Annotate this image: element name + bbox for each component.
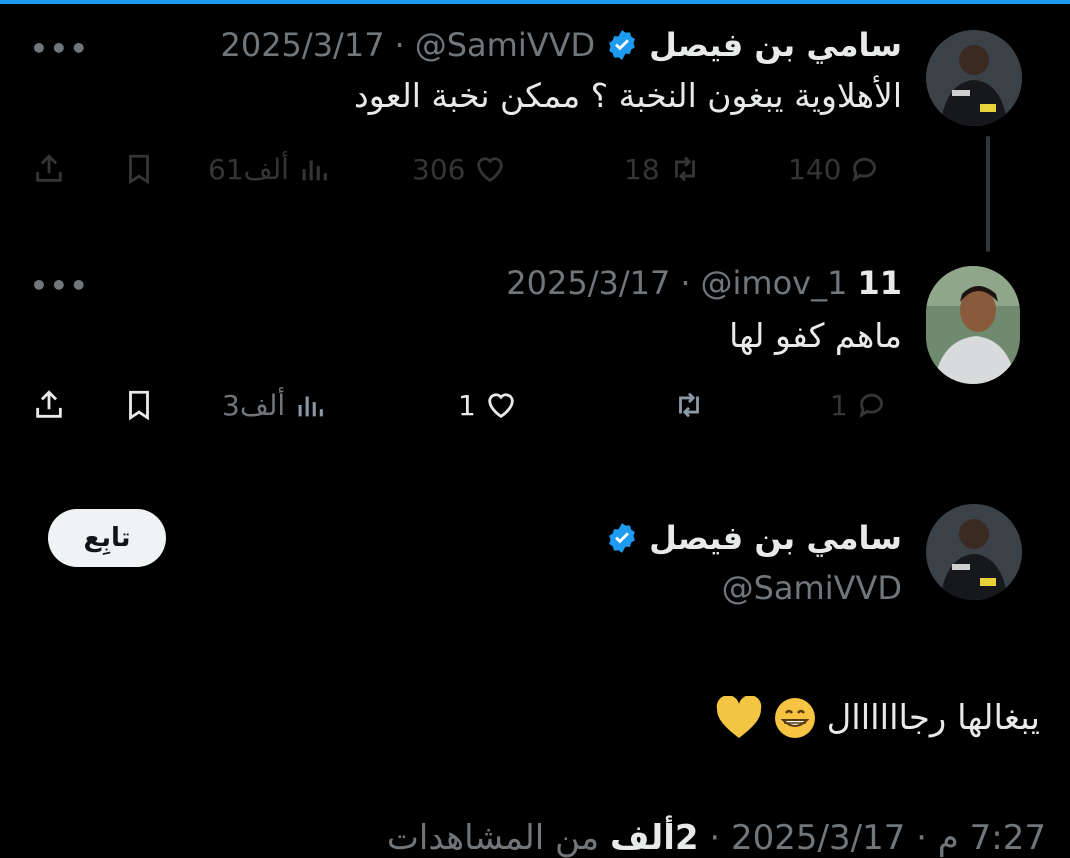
tweet2-more-icon[interactable]: •••	[30, 269, 90, 302]
tweet2-header: 11 @imov_1 · 2025/3/17	[506, 259, 902, 307]
footer-sep: ·	[916, 818, 927, 858]
tweet1-views-count: 61ألف	[208, 152, 289, 186]
tweet2-like-button[interactable]: 1	[458, 388, 518, 422]
reply-icon	[859, 393, 883, 418]
tweet3-handle-row: @SamiVVD	[722, 564, 902, 612]
avatar-samivvd-main[interactable]	[926, 504, 1022, 600]
tweet3-header: سامي بن فيصل	[605, 514, 902, 562]
tweet1-like-count: 306	[412, 152, 466, 186]
tweet2-views-button[interactable]: 3ألف	[222, 388, 327, 422]
tweet2-like-count: 1	[458, 388, 476, 422]
views-chart-icon	[302, 160, 327, 181]
tweet1-handle[interactable]: @SamiVVD	[415, 26, 595, 64]
tweet3-text: يبغالها رجاااااال	[826, 698, 1040, 738]
footer-sep: ·	[709, 818, 721, 858]
tweet1-reply-button[interactable]: 140	[788, 152, 883, 186]
tweet2-bookmark-button[interactable]	[122, 388, 156, 422]
tweet1-date[interactable]: 2025/3/17	[220, 26, 384, 64]
tweet2-reply-count: 1	[830, 388, 848, 422]
top-accent-bar	[0, 0, 1070, 4]
bookmark-icon	[129, 154, 149, 185]
share-icon	[36, 390, 62, 418]
avatar-samivvd[interactable]	[926, 30, 1022, 126]
tweet1-views-button[interactable]: 61ألف	[208, 152, 331, 186]
reply-icon	[852, 157, 877, 182]
tweet2-reply-button[interactable]: 1	[830, 388, 890, 422]
tweet2-author-name[interactable]: 11	[857, 264, 902, 302]
tweet1-text: الأهلاوية يبغون النخبة ؟ ممكن نخبة العود	[354, 76, 902, 115]
heart-icon	[477, 157, 504, 183]
bookmark-icon	[129, 390, 149, 421]
heart-icon	[488, 393, 514, 419]
views-chart-icon	[298, 396, 324, 417]
footer-date[interactable]: 2025/3/17	[731, 818, 905, 858]
separator-dot: ·	[394, 26, 405, 64]
tweet1-like-button[interactable]: 306	[412, 152, 507, 186]
tweet3-text-row: يبغالها رجاااااال	[715, 696, 1040, 740]
footer-views-count: 2ألف	[609, 818, 699, 858]
yellow-heart-icon	[715, 696, 763, 740]
thread-connector-line	[986, 136, 990, 252]
retweet-icon	[679, 392, 699, 418]
separator-dot: ·	[680, 264, 691, 302]
tweet1-retweet-button[interactable]: 18	[624, 152, 702, 186]
avatar-imov[interactable]	[926, 266, 1020, 384]
tweet1-header: سامي بن فيصل @SamiVVD · 2025/3/17	[220, 21, 902, 69]
grinning-face-icon	[773, 696, 817, 740]
footer-views-label: من المشاهدات	[386, 818, 600, 858]
follow-button[interactable]: تابِع	[48, 509, 166, 567]
tweet2-share-button[interactable]	[32, 388, 66, 422]
tweet2-retweet-button[interactable]	[672, 388, 706, 422]
tweet1-share-button[interactable]	[32, 152, 66, 186]
tweet3-handle[interactable]: @SamiVVD	[722, 569, 902, 607]
tweet2-views-count: 3ألف	[222, 388, 286, 422]
tweet2-handle[interactable]: @imov_1	[701, 264, 848, 302]
tweet2-date[interactable]: 2025/3/17	[506, 264, 670, 302]
verified-badge-icon	[609, 30, 636, 60]
footer-time[interactable]: 7:27 م	[938, 818, 1046, 858]
tweet1-retweet-count: 18	[624, 152, 660, 186]
tweet1-bookmark-button[interactable]	[122, 152, 156, 186]
tweet1-author-name[interactable]: سامي بن فيصل	[649, 26, 902, 64]
tweet1-more-icon[interactable]: •••	[30, 32, 90, 65]
tweet3-author-name[interactable]: سامي بن فيصل	[649, 519, 902, 557]
retweet-icon	[674, 156, 695, 182]
verified-badge-icon	[609, 523, 636, 553]
tweet3-meta-footer: 7:27 م · 2025/3/17 · 2ألف من المشاهدات	[387, 818, 1046, 858]
tweet2-text: ماهم كفو لها	[729, 316, 902, 355]
share-icon	[36, 154, 62, 182]
tweet1-reply-count: 140	[788, 152, 842, 186]
